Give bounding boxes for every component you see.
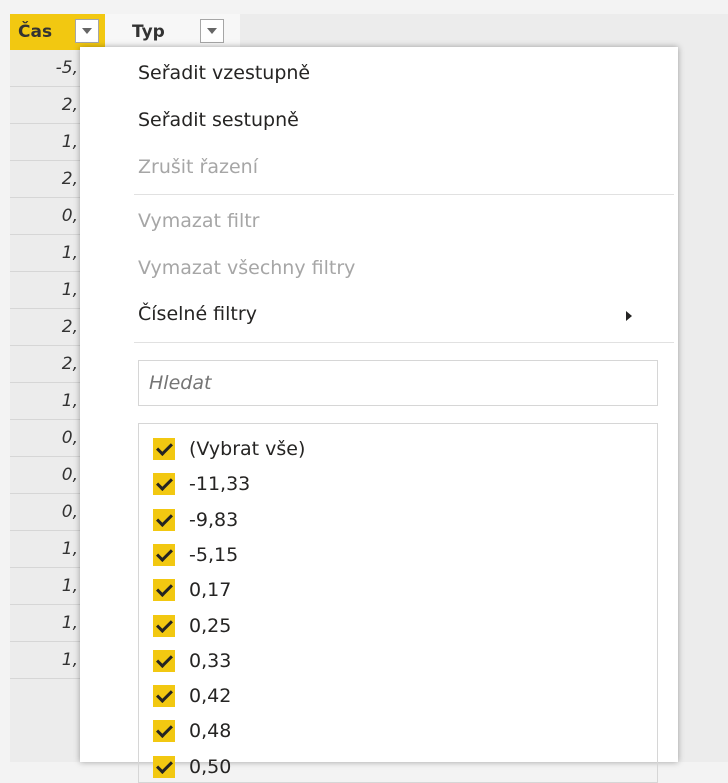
column-header-typ-label: Typ — [132, 22, 165, 42]
clear-sort-item[interactable]: Zrušit řazení — [138, 156, 258, 178]
filter-value-item[interactable]: 0,33 — [153, 646, 231, 676]
grid-cell-cas: 1, — [10, 235, 80, 272]
grid-cell-cas: 1, — [10, 531, 80, 568]
grid-cell-cas: 1, — [10, 124, 80, 161]
filter-value-label: 0,42 — [189, 685, 232, 708]
filter-value-label: -11,33 — [189, 473, 251, 496]
checkbox-checked-icon[interactable] — [153, 649, 175, 672]
grid-cell-cas: -5, — [10, 50, 80, 87]
checkbox-checked-icon[interactable] — [153, 543, 175, 566]
cas-filter-dropdown-button[interactable] — [75, 19, 99, 43]
sort-ascending-item[interactable]: Seřadit vzestupně — [138, 62, 310, 84]
checkbox-checked-icon[interactable] — [153, 473, 175, 496]
filter-value-label: 0,25 — [189, 614, 232, 637]
search-input[interactable] — [138, 360, 658, 406]
filter-value-item[interactable]: 0,48 — [153, 716, 231, 746]
filter-value-label: -5,15 — [189, 543, 239, 566]
grid-cell-cas: 2, — [10, 161, 80, 198]
grid-cell-cas: 2, — [10, 87, 80, 124]
grid-cell-cas: 0, — [10, 198, 80, 235]
filter-value-label: -9,83 — [189, 508, 239, 531]
filter-values-list: (Vybrat vše) -11,33 -9,83 -5,15 0,17 0,25 0,33… — [138, 423, 658, 783]
filter-value-label: 0,48 — [189, 720, 232, 743]
checkbox-checked-icon[interactable] — [153, 508, 175, 531]
grid-cell-cas: 0, — [10, 494, 80, 531]
clear-all-filters-item[interactable]: Vymazat všechny filtry — [138, 257, 355, 279]
checkbox-checked-icon[interactable] — [153, 614, 175, 637]
filter-value-item[interactable]: -11,33 — [153, 469, 250, 499]
grid-cell-cas: 1, — [10, 383, 80, 420]
grid-rows: -5, 2, 1, 2, 0, 1, 1, 2, 2, 1, 0, 0, 0, 1, 1, 1, 1, — [10, 50, 80, 679]
filter-value-label: 0,33 — [189, 649, 232, 672]
grid-cell-cas: 2, — [10, 309, 80, 346]
grid-cell-cas: 1, — [10, 605, 80, 642]
grid-cell-cas: 0, — [10, 420, 80, 457]
checkbox-checked-icon[interactable] — [153, 720, 175, 743]
filter-value-item[interactable]: 0,17 — [153, 575, 231, 605]
menu-divider — [134, 342, 674, 343]
filter-value-label: (Vybrat vše) — [189, 438, 306, 460]
filter-value-item[interactable]: 0,25 — [153, 611, 231, 641]
checkbox-checked-icon[interactable] — [153, 755, 175, 778]
grid-cell-cas: 1, — [10, 272, 80, 309]
checkbox-checked-icon[interactable] — [153, 438, 175, 460]
checkbox-checked-icon[interactable] — [153, 579, 175, 602]
checkbox-checked-icon[interactable] — [153, 685, 175, 708]
filter-dropdown-menu: Seřadit vzestupně Seřadit sestupně Zruši… — [80, 47, 678, 783]
filter-value-item[interactable]: 0,42 — [153, 681, 231, 711]
typ-filter-dropdown-button[interactable] — [200, 19, 224, 43]
grid-cell-cas: 2, — [10, 346, 80, 383]
filter-value-item[interactable]: (Vybrat vše) — [153, 434, 305, 464]
filter-value-label: 0,17 — [189, 579, 232, 602]
grid-cell-cas: 1, — [10, 642, 80, 679]
numeric-filters-item[interactable]: Číselné filtry — [138, 303, 257, 325]
sort-descending-item[interactable]: Seřadit sestupně — [138, 109, 299, 131]
filter-value-item[interactable]: -9,83 — [153, 505, 238, 535]
filter-value-label: 0,50 — [189, 755, 232, 778]
grid-cell-cas: 0, — [10, 457, 80, 494]
clear-filter-item[interactable]: Vymazat filtr — [138, 210, 260, 232]
submenu-arrow-icon — [626, 311, 632, 321]
filter-value-item[interactable]: -5,15 — [153, 540, 238, 570]
filter-value-item[interactable]: 0,50 — [153, 752, 231, 782]
menu-divider — [134, 194, 674, 195]
grid-cell-cas: 1, — [10, 568, 80, 605]
column-header-cas-label: Čas — [18, 22, 53, 42]
